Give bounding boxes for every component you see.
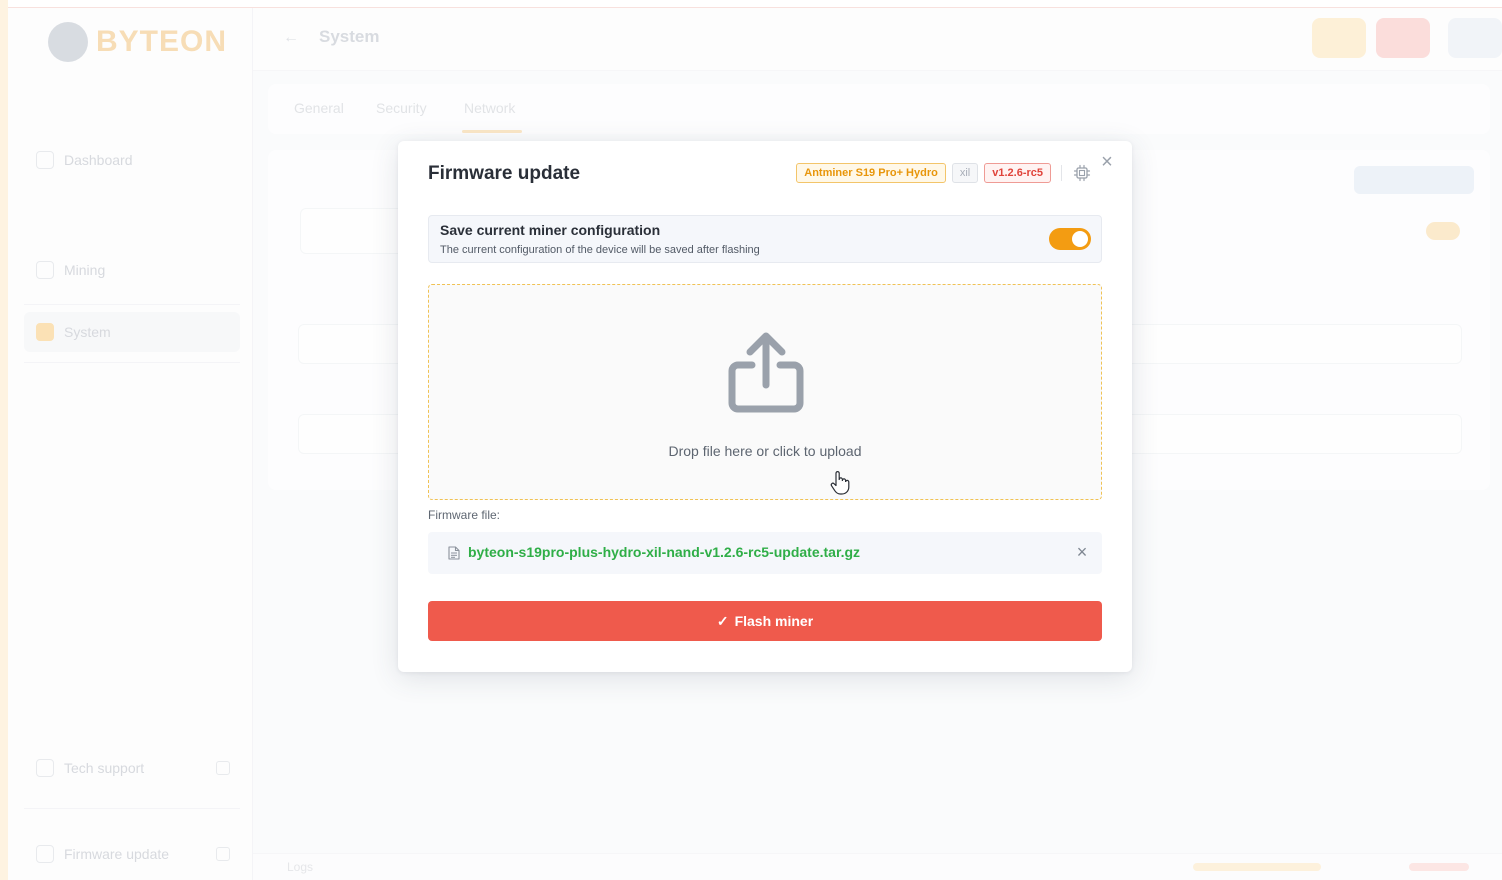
device-tags: Antminer S19 Pro+ Hydro xil v1.2.6-rc5 bbox=[796, 163, 1092, 183]
save-config-toggle[interactable] bbox=[1049, 228, 1091, 250]
save-config-option: Save current miner configuration The cur… bbox=[428, 215, 1102, 263]
firmware-file-row: byteon-s19pro-plus-hydro-xil-nand-v1.2.6… bbox=[428, 532, 1102, 574]
close-icon[interactable]: × bbox=[1098, 152, 1116, 172]
save-config-title: Save current miner configuration bbox=[440, 222, 661, 238]
toggle-knob bbox=[1072, 231, 1088, 247]
model-badge: Antminer S19 Pro+ Hydro bbox=[796, 163, 946, 183]
upload-dropzone[interactable]: Drop file here or click to upload bbox=[428, 284, 1102, 500]
version-badge: v1.2.6-rc5 bbox=[984, 163, 1051, 183]
firmware-file-label: Firmware file: bbox=[428, 508, 501, 522]
flash-miner-label: Flash miner bbox=[734, 613, 814, 629]
upload-icon bbox=[728, 332, 804, 413]
file-icon bbox=[448, 546, 460, 560]
dropzone-text: Drop file here or click to upload bbox=[668, 443, 862, 459]
hand-cursor-icon bbox=[830, 471, 850, 495]
tag-divider bbox=[1061, 165, 1062, 181]
check-icon: ✓ bbox=[716, 612, 729, 629]
chip-icon bbox=[1072, 163, 1092, 183]
firmware-update-modal: Firmware update Antminer S19 Pro+ Hydro … bbox=[398, 141, 1132, 672]
save-config-description: The current configuration of the device … bbox=[440, 244, 760, 256]
firmware-file-name: byteon-s19pro-plus-hydro-xil-nand-v1.2.6… bbox=[468, 544, 861, 560]
remove-file-icon[interactable]: × bbox=[1074, 543, 1090, 561]
flash-miner-button[interactable]: ✓ Flash miner bbox=[428, 601, 1102, 641]
modal-title: Firmware update bbox=[428, 163, 581, 184]
arch-badge: xil bbox=[951, 163, 979, 183]
